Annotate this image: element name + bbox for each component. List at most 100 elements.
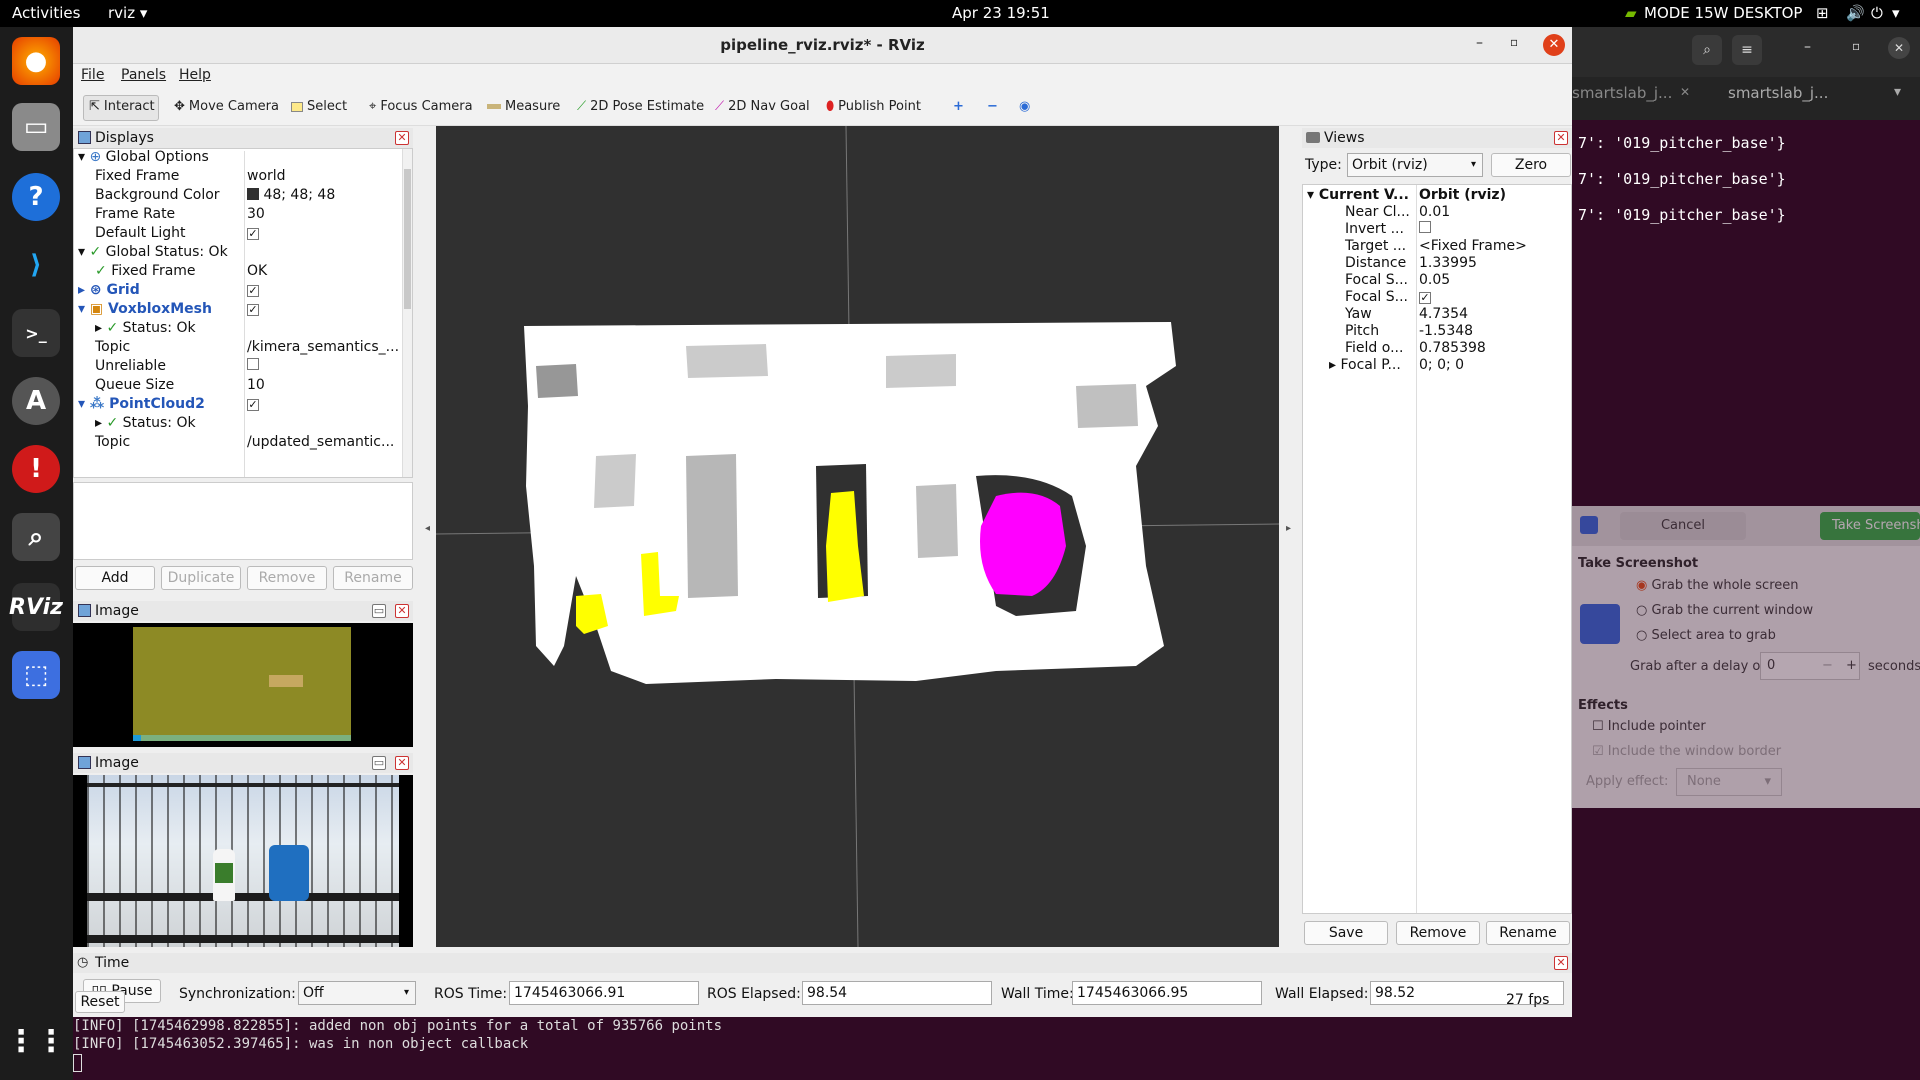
rviz-icon[interactable]: RViz: [9, 583, 63, 631]
maximize-icon[interactable]: ▫: [1510, 35, 1518, 49]
terminal-tab-2[interactable]: smartslab_j...: [1728, 84, 1828, 102]
files-icon[interactable]: ▭: [12, 103, 60, 151]
screenshot-icon[interactable]: ⬚: [12, 651, 60, 699]
pitch-value[interactable]: -1.5348: [1419, 323, 1473, 339]
global-options-row[interactable]: ▾ ⊕ Global Options: [78, 149, 209, 165]
help-icon[interactable]: ?: [12, 173, 60, 221]
sync-select[interactable]: Off ▾: [298, 981, 416, 1005]
power-mode[interactable]: MODE 15W DESKTOP: [1644, 4, 1802, 22]
pose-estimate-tool[interactable]: ⟋ 2D Pose Estimate: [577, 99, 704, 114]
error-report-icon[interactable]: !: [12, 445, 60, 493]
activities-button[interactable]: Activities: [12, 4, 80, 22]
ros-elapsed-field[interactable]: 98.54: [802, 981, 992, 1005]
grid-row[interactable]: ▸ ⊛ Grid: [78, 282, 140, 298]
reset-button[interactable]: Reset: [75, 991, 125, 1013]
software-updater-icon[interactable]: A: [12, 377, 60, 425]
close-icon[interactable]: ✕: [1543, 34, 1565, 56]
float-icon[interactable]: ▭: [372, 604, 386, 618]
collapse-left-icon[interactable]: ◂: [425, 523, 430, 534]
clock[interactable]: Apr 23 19:51: [952, 4, 1050, 22]
frame-rate-value[interactable]: 30: [247, 206, 265, 222]
rename-view-button[interactable]: Rename: [1486, 921, 1570, 945]
focal-point-row[interactable]: ▸ Focal P...: [1329, 357, 1401, 373]
voxblox-mesh-checkbox[interactable]: ✓: [247, 301, 259, 317]
move-camera-tool[interactable]: ✥ Move Camera: [174, 99, 279, 114]
float-icon[interactable]: ▭: [372, 756, 386, 770]
pointcloud-status-row[interactable]: ▸ ✓ Status: Ok: [95, 415, 196, 431]
vscode-icon[interactable]: ⟩: [12, 241, 60, 289]
focal-shape-size-value[interactable]: 0.05: [1419, 272, 1450, 288]
app-menu[interactable]: rviz ▾: [108, 4, 147, 22]
nav-goal-tool[interactable]: ⟋ 2D Nav Goal: [715, 99, 810, 114]
close-icon[interactable]: ✕: [395, 131, 409, 145]
invert-checkbox[interactable]: [1419, 221, 1431, 237]
voxblox-status-row[interactable]: ▸ ✓ Status: Ok: [95, 320, 196, 336]
minimize-icon[interactable]: –: [1804, 39, 1811, 55]
close-icon[interactable]: ✕: [395, 604, 409, 618]
close-icon[interactable]: ✕: [395, 756, 409, 770]
minimize-icon[interactable]: –: [1476, 35, 1483, 51]
field-of-view-value[interactable]: 0.785398: [1419, 340, 1486, 356]
power-icon[interactable]: ⏻: [1871, 4, 1883, 22]
volume-icon[interactable]: 🔊: [1846, 4, 1865, 22]
measure-tool[interactable]: Measure: [487, 99, 560, 114]
focus-camera-tool[interactable]: ⌖ Focus Camera: [369, 99, 473, 114]
remove-view-button[interactable]: Remove: [1396, 921, 1480, 945]
focal-point-value[interactable]: 0; 0; 0: [1419, 357, 1464, 373]
background-color-value[interactable]: 48; 48; 48: [247, 187, 335, 203]
default-light-checkbox[interactable]: ✓: [247, 225, 259, 241]
3d-viewport[interactable]: [436, 126, 1279, 947]
pointcloud2-row[interactable]: ▾ ⁂ PointCloud2: [78, 396, 205, 412]
interact-tool[interactable]: ⇱ Interact: [89, 99, 155, 114]
menu-help[interactable]: Help: [179, 67, 211, 83]
pointcloud2-checkbox[interactable]: ✓: [247, 396, 259, 412]
grid-checkbox[interactable]: ✓: [247, 282, 259, 298]
view-type-select[interactable]: Orbit (rviz) ▾: [1347, 153, 1483, 177]
unreliable-checkbox[interactable]: [247, 358, 259, 374]
duplicate-button[interactable]: Duplicate: [161, 566, 241, 590]
current-view-row[interactable]: ▾ Current V...: [1307, 187, 1409, 203]
focal-shape-fixed-checkbox[interactable]: ✓: [1419, 289, 1431, 305]
fixed-frame-value[interactable]: world: [247, 168, 286, 184]
close-icon[interactable]: ✕: [1554, 131, 1568, 145]
chevron-down-icon[interactable]: ▾: [1894, 84, 1901, 100]
remove-tool-icon[interactable]: −: [987, 99, 998, 114]
add-tool-icon[interactable]: +: [953, 99, 964, 114]
wall-time-field[interactable]: 1745463066.95: [1072, 981, 1262, 1005]
ros-time-field[interactable]: 1745463066.91: [509, 981, 699, 1005]
search-icon[interactable]: ⌕: [12, 513, 60, 561]
voxblox-topic-value[interactable]: /kimera_semantics_...: [247, 339, 399, 355]
voxblox-mesh-row[interactable]: ▾ ▣ VoxbloxMesh: [78, 301, 212, 317]
close-icon[interactable]: ✕: [1554, 956, 1568, 970]
menu-panels[interactable]: Panels: [121, 67, 166, 83]
network-icon[interactable]: ⊞: [1816, 4, 1829, 22]
rename-button[interactable]: Rename: [333, 566, 413, 590]
search-icon[interactable]: ⌕: [1692, 35, 1722, 65]
select-tool[interactable]: Select: [291, 99, 347, 114]
firefox-icon[interactable]: ●: [12, 37, 60, 85]
queue-size-value[interactable]: 10: [247, 377, 265, 393]
pointcloud-topic-value[interactable]: /updated_semantic...: [247, 434, 394, 450]
terminal-tab-1[interactable]: smartslab_j...: [1572, 84, 1672, 102]
close-icon[interactable]: ✕: [1888, 37, 1910, 59]
save-view-button[interactable]: Save: [1304, 921, 1388, 945]
publish-point-tool[interactable]: ⬮ Publish Point: [826, 99, 921, 114]
yaw-value[interactable]: 4.7354: [1419, 306, 1468, 322]
add-button[interactable]: Add: [75, 566, 155, 590]
maximize-icon[interactable]: ▫: [1852, 39, 1860, 53]
close-icon[interactable]: ✕: [1680, 85, 1690, 99]
collapse-right-icon[interactable]: ▸: [1286, 523, 1291, 534]
near-clip-value[interactable]: 0.01: [1419, 204, 1450, 220]
target-frame-value[interactable]: <Fixed Frame>: [1419, 238, 1527, 254]
eye-icon[interactable]: ◉: [1019, 99, 1030, 114]
chevron-down-icon[interactable]: ▾: [1892, 4, 1900, 22]
global-status-row[interactable]: ▾ ✓ Global Status: Ok: [78, 244, 228, 260]
app-grid-icon[interactable]: ⋮⋮: [6, 1017, 66, 1065]
remove-button[interactable]: Remove: [247, 566, 327, 590]
terminal-icon[interactable]: >_: [12, 309, 60, 357]
menu-file[interactable]: File: [81, 67, 104, 83]
zero-button[interactable]: Zero: [1491, 153, 1571, 177]
scrollbar[interactable]: [402, 149, 412, 477]
menu-icon[interactable]: ≡: [1732, 35, 1762, 65]
distance-value[interactable]: 1.33995: [1419, 255, 1477, 271]
